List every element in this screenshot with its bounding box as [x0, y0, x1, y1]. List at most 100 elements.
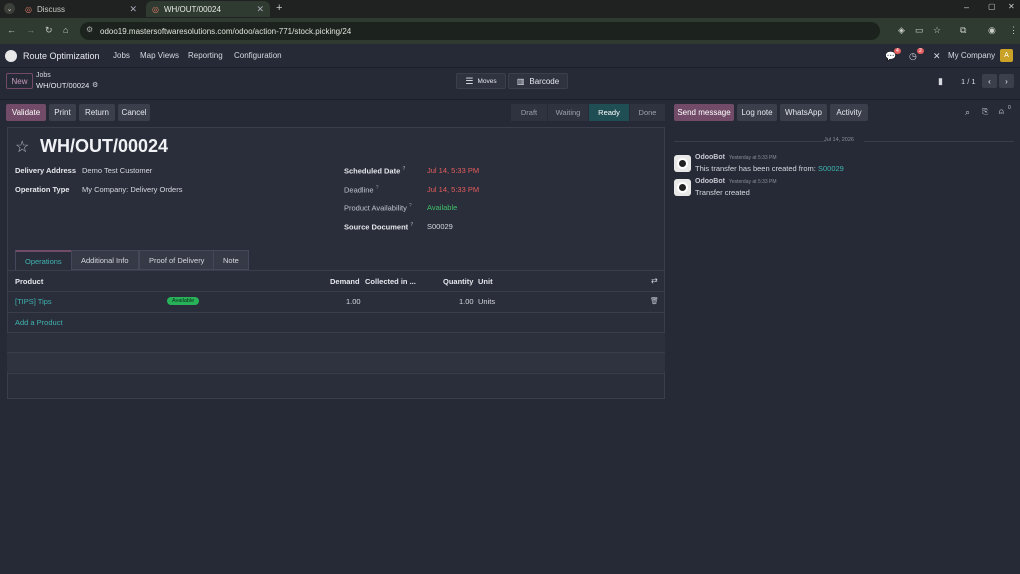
settings-tools-icon[interactable]: ✕	[933, 51, 941, 62]
activities-icon[interactable]: ◷	[909, 51, 917, 62]
app-name[interactable]: Route Optimization	[23, 51, 100, 61]
tab-operations[interactable]: Operations	[15, 250, 72, 270]
add-product-link[interactable]: Add a Product	[15, 318, 63, 327]
priority-star-icon[interactable]: ☆	[15, 137, 29, 157]
record-title: WH/OUT/00024	[40, 136, 169, 156]
availability-label: Product Availability ?	[344, 203, 412, 213]
attachment-icon[interactable]: ▮	[938, 76, 943, 87]
tab-search-icon[interactable]: ⌄	[4, 3, 15, 14]
tab-additional-info[interactable]: Additional Info	[71, 250, 139, 270]
cast-icon[interactable]: ▭	[915, 25, 924, 36]
col-quantity[interactable]: Quantity	[443, 277, 473, 286]
return-button[interactable]: Return	[79, 104, 115, 121]
close-window-icon[interactable]: ✕	[1008, 2, 1015, 11]
new-tab-icon[interactable]: +	[276, 2, 282, 14]
source-document-label: Source Document ?	[344, 222, 414, 232]
menu-map-views[interactable]: Map Views	[140, 51, 179, 60]
source-order-link[interactable]: S00029	[818, 164, 844, 173]
row-product[interactable]: [TIPS] Tips	[15, 297, 52, 306]
close-tab-icon[interactable]: ✕	[256, 4, 264, 15]
stage-ready[interactable]: Ready	[589, 104, 629, 121]
breadcrumb-parent[interactable]: Jobs	[36, 72, 51, 79]
date-separator: Jul 14, 2026	[824, 137, 854, 143]
message-body: This transfer has been created from: S00…	[695, 164, 844, 173]
row-demand[interactable]: 1.00	[346, 297, 361, 306]
delivery-address-label: Delivery Address	[15, 166, 77, 175]
deadline-field[interactable]: Jul 14, 5:33 PM	[427, 185, 479, 194]
search-messages-icon[interactable]: ⌕	[965, 107, 970, 118]
barcode-icon: ▥	[516, 76, 525, 86]
tab-note[interactable]: Note	[213, 250, 249, 270]
whatsapp-button[interactable]: WhatsApp	[780, 104, 827, 121]
print-button[interactable]: Print	[49, 104, 76, 121]
back-icon[interactable]: ←	[7, 25, 16, 35]
stage-draft[interactable]: Draft	[511, 104, 547, 121]
column-settings-icon[interactable]: ⇄	[651, 276, 658, 285]
forward-icon[interactable]: →	[26, 25, 35, 35]
log-note-button[interactable]: Log note	[737, 104, 777, 121]
bookmark-star-icon[interactable]: ☆	[933, 25, 941, 36]
site-info-icon[interactable]: ⚙	[86, 25, 93, 34]
company-switcher[interactable]: My Company	[948, 51, 995, 60]
tab-proof-of-delivery[interactable]: Proof of Delivery	[139, 250, 215, 270]
home-icon[interactable]: ⌂	[63, 25, 68, 35]
deadline-label: Deadline ?	[344, 185, 379, 195]
browser-tab-discuss[interactable]: ◎ Discuss ✕	[19, 1, 143, 17]
pager-value[interactable]: 1 / 1	[961, 77, 976, 86]
barcode-button[interactable]: ▥ Barcode	[508, 73, 568, 89]
url-input[interactable]: ⚙ odoo19.mastersoftwaresolutions.com/odo…	[80, 22, 880, 40]
activity-button[interactable]: Activity	[830, 104, 868, 121]
followers-icon[interactable]: ⍝	[999, 107, 1004, 117]
moves-button[interactable]: ☰ Moves	[456, 73, 506, 89]
odoobot-avatar[interactable]	[674, 179, 691, 196]
close-tab-icon[interactable]: ✕	[129, 4, 137, 15]
scheduled-date-field[interactable]: Jul 14, 5:33 PM	[427, 166, 479, 175]
message-author[interactable]: OdooBot Yesterday at 5:33 PM	[695, 178, 777, 185]
maximize-icon[interactable]: ▢	[988, 2, 996, 11]
message-author[interactable]: OdooBot Yesterday at 5:33 PM	[695, 154, 777, 161]
minimize-icon[interactable]: –	[964, 2, 969, 12]
menu-jobs[interactable]: Jobs	[113, 51, 130, 60]
stage-waiting[interactable]: Waiting	[548, 104, 588, 121]
followers-count: 0	[1008, 105, 1011, 111]
stage-done[interactable]: Done	[630, 104, 665, 121]
source-document-field[interactable]: S00029	[427, 222, 453, 231]
pager-next-icon[interactable]: ›	[999, 74, 1014, 88]
message-body: Transfer created	[695, 188, 750, 197]
app-menu-icon[interactable]	[5, 50, 17, 62]
divider	[7, 291, 665, 292]
odoo-favicon-icon: ◎	[152, 4, 159, 14]
cancel-button[interactable]: Cancel	[118, 104, 150, 121]
divider	[864, 141, 1014, 142]
record-gear-icon[interactable]: ⚙	[92, 81, 98, 89]
divider	[674, 141, 826, 142]
col-product[interactable]: Product	[15, 277, 43, 286]
new-button[interactable]: New	[6, 73, 33, 89]
extension-icon[interactable]: ◈	[898, 25, 905, 36]
empty-row	[7, 333, 665, 352]
divider	[7, 312, 665, 313]
browser-menu-icon[interactable]: ⋮	[1009, 25, 1018, 36]
pager-previous-icon[interactable]: ‹	[982, 74, 997, 88]
delete-row-icon[interactable]: 🗑	[650, 297, 659, 305]
scheduled-date-label: Scheduled Date ?	[344, 166, 406, 176]
paperclip-icon[interactable]: ⎘	[982, 107, 988, 117]
divider	[7, 270, 665, 271]
col-unit[interactable]: Unit	[478, 277, 493, 286]
extensions-puzzle-icon[interactable]: ⧉	[960, 25, 966, 36]
odoobot-avatar[interactable]	[674, 155, 691, 172]
operation-type-field[interactable]: My Company: Delivery Orders	[82, 185, 182, 194]
user-avatar[interactable]: A	[1000, 49, 1013, 62]
profile-icon[interactable]: ◉	[988, 25, 996, 36]
col-demand[interactable]: Demand	[330, 277, 360, 286]
menu-reporting[interactable]: Reporting	[188, 51, 223, 60]
validate-button[interactable]: Validate	[6, 104, 46, 121]
col-collected[interactable]: Collected in ...	[365, 277, 416, 286]
odoo-favicon-icon: ◎	[25, 4, 32, 14]
reload-icon[interactable]: ↻	[45, 25, 53, 36]
row-quantity[interactable]: 1.00	[459, 297, 474, 306]
menu-configuration[interactable]: Configuration	[234, 51, 282, 60]
delivery-address-field[interactable]: Demo Test Customer	[82, 166, 152, 175]
send-message-button[interactable]: Send message	[674, 104, 734, 121]
browser-tab-picking[interactable]: ◎ WH/OUT/00024 ✕	[146, 1, 270, 17]
